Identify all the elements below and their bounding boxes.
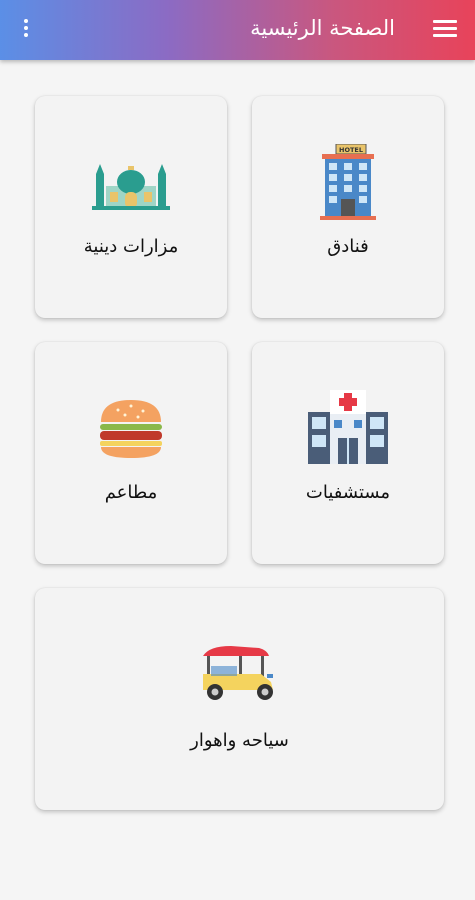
hamburger-menu-icon[interactable] (433, 18, 457, 42)
hotels-label: فنادق (327, 236, 369, 257)
app-bar: الصفحة الرئيسية (0, 0, 475, 60)
tourism-card[interactable]: سياحه واهوار (35, 588, 444, 810)
hospitals-card[interactable]: مستشفيات (252, 342, 444, 564)
shrines-card[interactable]: مزارات دينية (35, 96, 227, 318)
restaurants-card[interactable]: مطاعم (35, 342, 227, 564)
restaurants-label: مطاعم (104, 482, 158, 503)
tuk-tuk-icon (202, 646, 273, 700)
hospitals-label: مستشفيات (305, 482, 391, 503)
hotel-sign-text: HOTEL (339, 146, 363, 154)
mosque-icon (92, 164, 170, 210)
hotels-card[interactable]: HOTEL فنادق (252, 96, 444, 318)
shrines-label: مزارات دينية (83, 236, 179, 257)
more-options-icon[interactable] (18, 16, 34, 44)
burger-icon (100, 400, 162, 458)
hospital-icon (308, 390, 388, 464)
tourism-label: سياحه واهوار (190, 730, 289, 751)
page-title: الصفحة الرئيسية (250, 16, 395, 40)
hotel-icon: HOTEL (320, 144, 376, 220)
